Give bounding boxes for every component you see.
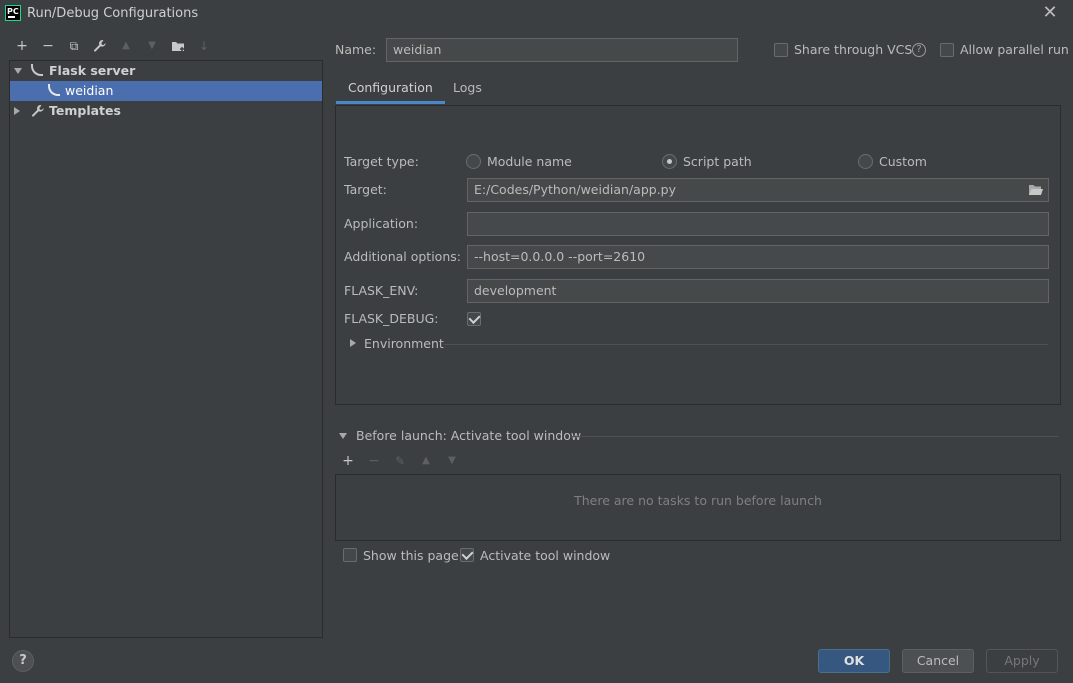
title-bar: PC Run/Debug Configurations ✕ [0,0,1073,28]
edit-task-icon[interactable]: ✎ [391,452,409,470]
share-vcs-label: Share through VCS [794,42,913,57]
radio-custom[interactable] [858,154,873,169]
radio-module-name-label: Module name [487,154,572,169]
tab-configuration[interactable]: Configuration [336,74,445,104]
flask-icon [48,84,60,96]
flask-env-input[interactable]: development [467,279,1049,303]
new-folder-icon[interactable] [169,37,187,55]
before-launch-collapse-icon[interactable] [339,433,347,439]
application-label: Application: [344,216,419,231]
environment-label[interactable]: Environment [364,336,444,351]
tree-item-flask-server[interactable]: Flask server [10,61,322,81]
tree-item-weidian[interactable]: weidian [10,81,322,101]
flask-icon [31,64,43,76]
window-title: Run/Debug Configurations [27,6,199,21]
name-input[interactable]: weidian [386,38,738,62]
target-type-label: Target type: [344,154,419,169]
additional-options-input[interactable]: --host=0.0.0.0 --port=2610 [467,245,1049,269]
tree-item-label: Flask server [49,63,136,78]
radio-module-name[interactable] [466,154,481,169]
target-input[interactable]: E:/Codes/Python/weidian/app.py [467,178,1049,202]
sort-icon[interactable]: ↓ [195,37,213,55]
collapse-arrow-icon[interactable] [14,107,20,115]
remove-configuration-button[interactable]: − [39,37,57,55]
help-icon[interactable]: ? [912,43,926,57]
radio-script-path[interactable] [662,154,677,169]
flask-debug-label: FLASK_DEBUG: [344,311,439,326]
close-icon[interactable]: ✕ [1040,3,1060,23]
tree-item-label: Templates [49,103,121,118]
pycharm-logo-icon: PC [5,5,21,21]
activate-tool-window-checkbox[interactable] [460,548,474,562]
environment-expand-icon[interactable] [350,339,356,347]
ok-button[interactable]: OK [818,649,890,673]
show-this-page-checkbox[interactable] [343,548,357,562]
tab-logs[interactable]: Logs [441,74,494,104]
move-up-icon[interactable]: ▲ [117,37,135,55]
help-button[interactable]: ? [12,650,34,672]
move-down-icon[interactable]: ▼ [143,37,161,55]
flask-debug-checkbox[interactable] [467,312,481,326]
wrench-icon [32,105,44,117]
cancel-button[interactable]: Cancel [902,649,974,673]
apply-button[interactable]: Apply [986,649,1058,673]
remove-task-button[interactable]: − [365,452,383,470]
add-task-button[interactable]: + [339,452,357,470]
radio-script-path-label: Script path [683,154,752,169]
before-launch-task-list: There are no tasks to run before launch [335,474,1061,541]
additional-options-label: Additional options: [344,249,461,264]
before-launch-separator [570,436,1058,437]
add-configuration-button[interactable]: + [13,37,31,55]
show-this-page-label: Show this page [363,548,459,563]
target-label: Target: [344,182,387,197]
copy-configuration-button[interactable]: ⧉ [65,37,83,55]
wrench-icon[interactable] [91,37,109,55]
activate-tool-window-label: Activate tool window [480,548,611,563]
flask-env-label: FLASK_ENV: [344,283,419,298]
environment-separator [444,344,1048,345]
radio-custom-label: Custom [879,154,927,169]
configuration-tree[interactable]: Flask server weidian Templates [9,60,323,638]
move-task-up-icon[interactable]: ▲ [417,452,435,470]
browse-folder-icon[interactable] [1028,184,1043,196]
name-label: Name: [335,42,377,57]
allow-parallel-label: Allow parallel run [960,42,1069,57]
application-input[interactable] [467,212,1049,236]
tree-item-templates[interactable]: Templates [10,101,322,121]
allow-parallel-checkbox[interactable] [940,43,954,57]
share-vcs-checkbox[interactable] [774,43,788,57]
empty-tasks-text: There are no tasks to run before launch [574,493,822,508]
before-launch-header[interactable]: Before launch: Activate tool window [356,428,581,443]
move-task-down-icon[interactable]: ▼ [443,452,461,470]
expand-arrow-icon[interactable] [14,68,22,74]
tree-item-label: weidian [65,83,114,98]
